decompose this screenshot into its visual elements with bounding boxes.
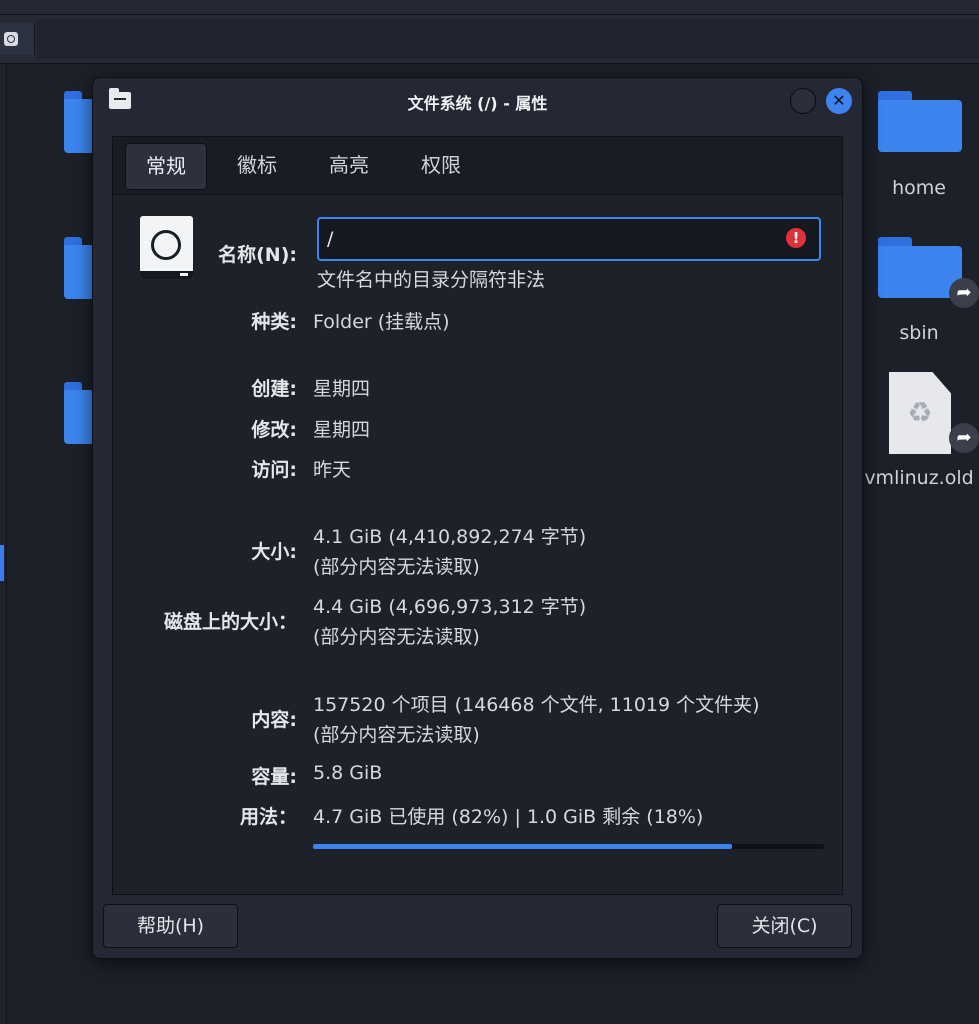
name-field[interactable]: ! <box>317 217 821 261</box>
file-label-home[interactable]: home <box>859 177 979 199</box>
capacity-label: 容量: <box>251 766 297 788</box>
created-value: 星期四 <box>313 378 371 400</box>
usage-label: 用法： <box>239 806 297 828</box>
modified-value: 星期四 <box>313 419 371 441</box>
disk-toolbar-button[interactable] <box>0 23 35 55</box>
modified-label: 修改: <box>251 419 297 441</box>
name-label: 名称(N): <box>218 244 297 266</box>
location-bar[interactable] <box>37 19 979 59</box>
type-label: 种类: <box>251 311 297 333</box>
general-panel: 常规 徽标 高亮 权限 名称(N): ! 文件名中的目录分隔符非法 种类: Fo… <box>112 136 843 895</box>
accessed-label: 访问: <box>251 459 297 481</box>
contents-value: 157520 个项目 (146468 个文件, 11019 个文件夹) <box>313 694 760 716</box>
type-value: Folder (挂载点) <box>313 311 450 333</box>
tab-permissions[interactable]: 权限 <box>401 143 481 188</box>
accessed-value: 昨天 <box>313 459 352 481</box>
disk-icon <box>4 32 18 46</box>
size-note: (部分内容无法读取) <box>313 556 480 578</box>
name-input[interactable] <box>325 223 769 255</box>
sidebar-edge <box>0 64 7 1024</box>
file-label-vmlinuz[interactable]: vmlinuz.old <box>859 467 979 489</box>
error-icon: ! <box>786 228 806 248</box>
file-label-sbin[interactable]: sbin <box>859 322 979 344</box>
created-label: 创建: <box>251 378 297 400</box>
properties-dialog: 文件系统 (/) - 属性 ✕ 常规 徽标 高亮 权限 名称(N): ! 文件名… <box>92 77 863 959</box>
contents-label: 内容: <box>251 709 297 731</box>
usage-bar-fill <box>313 844 733 849</box>
size-label: 大小: <box>251 541 297 563</box>
symlink-icon: ➦ <box>949 278 979 308</box>
usage-value: 4.7 GiB 已使用 (82%) | 1.0 GiB 剩余 (18%) <box>313 806 704 828</box>
vmlinuz-file-icon[interactable]: ♻ <box>889 372 951 454</box>
file-manager-toolbar <box>0 15 979 64</box>
name-error-message: 文件名中的目录分隔符非法 <box>317 269 546 291</box>
disk-size-note: (部分内容无法读取) <box>313 626 480 648</box>
size-value: 4.1 GiB (4,410,892,274 字节) <box>313 526 587 548</box>
top-bar <box>0 0 979 15</box>
sidebar-selection-marker <box>0 545 4 581</box>
contents-note: (部分内容无法读取) <box>313 724 480 746</box>
recycle-icon: ♻ <box>907 396 933 429</box>
disk-size-value: 4.4 GiB (4,696,973,312 字节) <box>313 596 587 618</box>
close-window-button[interactable]: ✕ <box>826 88 852 114</box>
close-button[interactable]: 关闭(C) <box>717 904 852 948</box>
dialog-title: 文件系统 (/) - 属性 <box>407 94 548 113</box>
tab-highlight[interactable]: 高亮 <box>309 143 389 188</box>
tab-general[interactable]: 常规 <box>125 143 207 190</box>
help-button[interactable]: 帮助(H) <box>103 904 238 948</box>
minimize-button[interactable] <box>790 88 816 114</box>
tab-emblems[interactable]: 徽标 <box>217 143 297 188</box>
usage-bar <box>313 844 824 849</box>
symlink-icon: ➦ <box>949 423 979 453</box>
capacity-value: 5.8 GiB <box>313 762 383 784</box>
tab-bar: 常规 徽标 高亮 权限 <box>113 137 842 195</box>
disk-size-label: 磁盘上的大小： <box>163 611 297 633</box>
